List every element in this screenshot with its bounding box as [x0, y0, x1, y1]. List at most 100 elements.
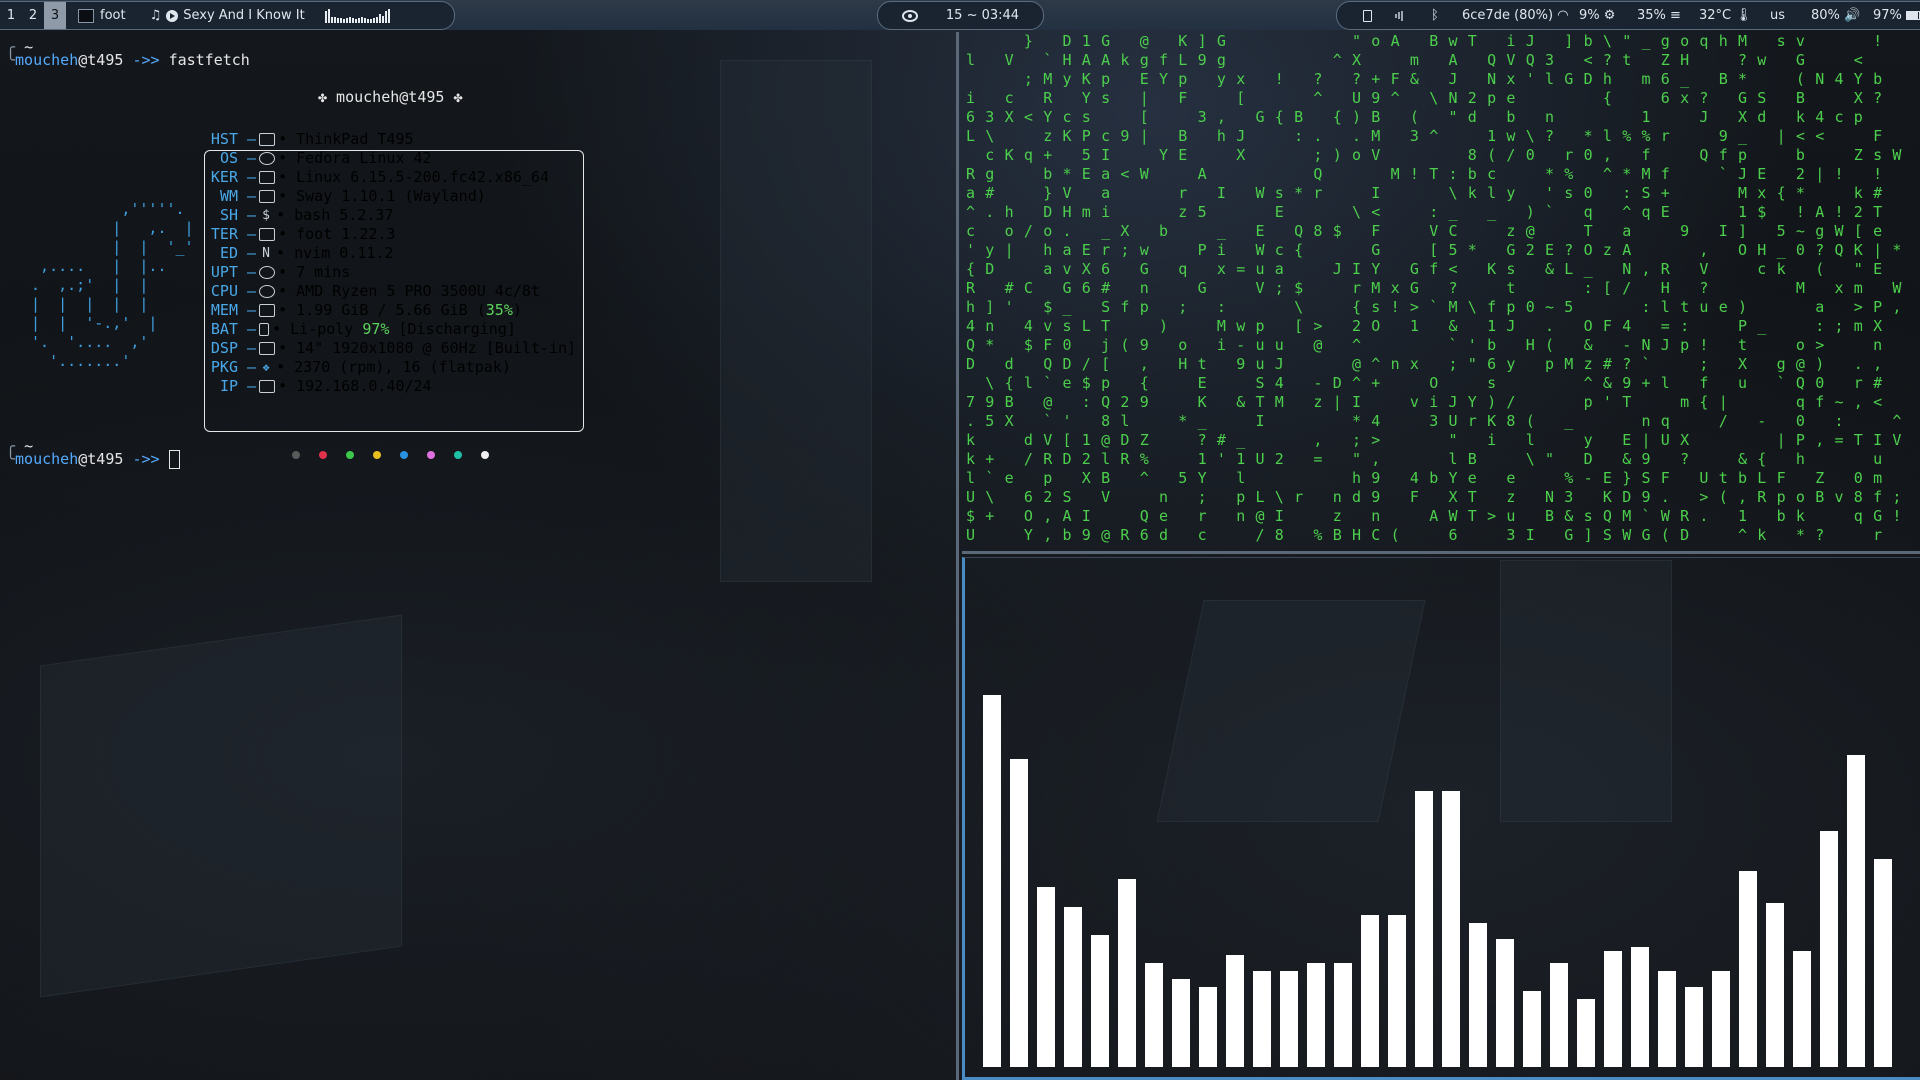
palette-dot: [373, 451, 381, 459]
tray-icon[interactable]: [1363, 8, 1372, 23]
prompt-user: moucheh: [15, 51, 79, 69]
window-title: foot: [100, 8, 126, 23]
matrix-column: J Q ' \ 0 ) @ 2 0 H ( l \ I: [1525, 32, 1535, 544]
visualizer-bar: [1793, 951, 1811, 1067]
network-icon: [259, 380, 276, 393]
mem-percent: 35%: [485, 301, 513, 319]
status-pill: ᛒ 6ce7de (80%) ◠ 9% ⚙ 35% ≡ 32°C 🌡 us 80…: [1336, 1, 1920, 30]
visualizer-bar: [1334, 963, 1352, 1067]
matrix-pane[interactable]: l i 6 L R a ^ c ' { R h 4 Q D 7 . k k l …: [962, 32, 1920, 554]
memory-status[interactable]: 35% ≡: [1637, 8, 1681, 23]
visualizer-bar: [1010, 759, 1028, 1067]
network-label: 6ce7de (80%): [1462, 8, 1554, 23]
command-line: ╰moucheh@t495 ->> fastfetch: [6, 51, 250, 70]
network-status[interactable]: 6ce7de (80%) ◠: [1462, 8, 1569, 23]
matrix-column: s | { 5 _ k g ` | F p b: [1776, 32, 1786, 525]
visualizer-bar: [1604, 951, 1622, 1067]
matrix-column: " t % * : ^ a A N / 4 - ? 9 T E & } D M …: [1622, 32, 1632, 544]
media-title[interactable]: Sexy And I Know It: [183, 8, 304, 23]
info-value: Li-poly: [290, 320, 363, 338]
play-icon[interactable]: [166, 9, 179, 22]
cpu-status[interactable]: 9% ⚙: [1579, 8, 1615, 23]
info-value: bash 5.2.37: [294, 206, 394, 224]
visualizer-bar: [1631, 947, 1649, 1067]
visualizer-bar: [1361, 915, 1379, 1067]
battery-icon: [259, 323, 270, 336]
wifi-icon: ◠: [1557, 8, 1569, 23]
workspace-3[interactable]: 3: [44, 2, 66, 29]
matrix-column: A F ^ M x ! n (: [1390, 32, 1400, 544]
terminal-pane[interactable]: ╭ ~ ╰moucheh@t495 ->> fastfetch ✤ mouche…: [0, 32, 959, 1080]
neovim-icon: N: [262, 246, 270, 261]
idle-inhibitor-icon[interactable]: [901, 9, 918, 22]
info-value: nvim 0.11.2: [294, 244, 394, 262]
matrix-column: " X ? U ) . o \ I r { 2 ^ @ ^ I * ; " h …: [1352, 32, 1362, 544]
battery-status[interactable]: 97%: [1873, 8, 1920, 23]
mini-visualizer: [324, 8, 390, 23]
matrix-column: V c X K h o | # ' d { B X e: [1004, 51, 1014, 487]
info-key: IP: [219, 377, 238, 395]
matrix-column: D H y c K * V H . a v G _ s 0 D e ' [ D …: [1062, 32, 1072, 544]
clock[interactable]: 15 ~ 03:44: [946, 8, 1019, 23]
memory-icon: [259, 304, 276, 317]
visualizer-bar: [1307, 963, 1325, 1067]
info-value: AMD Ryzen 5 PRO 3500U 4c/8t: [296, 282, 540, 300]
temperature-label: 32°C: [1699, 8, 1732, 23]
visualizer-pane[interactable]: [962, 557, 1920, 1080]
matrix-column: ! b ? F s ! # T e | E P X n , # < I u m …: [1873, 32, 1883, 544]
visualizer-bar: [1091, 935, 1109, 1067]
visualizer-bar: [1415, 791, 1433, 1067]
info-row-mem: MEM – • 1.99 GiB / 5.66 GiB (35%): [208, 301, 522, 320]
prompt-arrow: ->>: [132, 51, 160, 69]
info-value: 192.168.0.40/24: [296, 377, 432, 395]
matrix-column: x [ J X = w - 9 & _ 1 l p n: [1236, 70, 1246, 525]
keyboard-layout[interactable]: us: [1770, 8, 1785, 23]
matrix-column: v G ( B k < b 2 * ! ~ 0 M o @ Q q 0 P h …: [1795, 32, 1805, 544]
matrix-column: o + 9 B M V I < F G Y M s O ^ + 4 > , 9 …: [1371, 32, 1381, 544]
matrix-column: @ g E | [ | W w G n p 9 , { 9 Z % ^ Q 6: [1139, 32, 1149, 544]
clock-icon: [259, 266, 276, 279]
fedora-icon: [259, 152, 276, 165]
cpu-label: 9%: [1579, 8, 1600, 23]
matrix-column: b < D * 0 0 q T O _ : O & z ^ p y D - s …: [1583, 32, 1593, 544]
visualizer-bar: [1685, 987, 1703, 1067]
visualizer-bar: [1766, 903, 1784, 1067]
visualizer-bar: [1226, 955, 1244, 1067]
battery-label: 97%: [1873, 8, 1902, 23]
info-value: 1.99 GiB / 5.66 GiB (: [296, 301, 486, 319]
info-row-dsp: DSP – • 14" 1920x1080 @ 60Hz [Built-in]: [208, 339, 576, 358]
temperature-status[interactable]: 32°C 🌡: [1699, 8, 1752, 23]
matrix-column: m & ( 3 ! G G > 1 x v 4 F: [1409, 51, 1419, 506]
info-key: TER: [210, 225, 238, 243]
info-row-hst: HST – • ThinkPad T495: [208, 130, 414, 149]
info-row-upt: UPT – • 7 mins: [208, 263, 350, 282]
matrix-column: ! { s E c a ; u J 4 M 2 \ I 8: [1274, 70, 1284, 544]
matrix-column: G A p s c I a a i _ r 6 # S T j [ p Q 8 …: [1101, 32, 1111, 544]
info-value: ThinkPad T495: [296, 130, 414, 148]
visualizer-bar: [1523, 991, 1541, 1067]
palette-dot: [481, 451, 489, 459]
visualizer-bar: [1469, 923, 1487, 1067]
visualizer-bar: [1388, 915, 1406, 1067]
matrix-column: h B 9 f ` I e | / t (: [1718, 32, 1728, 506]
visualizer-bar: [1874, 859, 1892, 1067]
palette-dot: [292, 451, 300, 459]
palette-dot: [400, 451, 408, 459]
top-bar: 1 2 3 foot ♫ Sexy And I Know It 15 ~ 03:…: [0, 0, 1920, 30]
info-row-ter: TER – • foot 1.22.3: [208, 225, 396, 244]
info-row-ker: KER – • Linux 6.15.5-200.fc42.x86_64: [208, 168, 549, 187]
palette-dot: [427, 451, 435, 459]
info-row-cpu: CPU – • AMD Ryzen 5 PRO 3500U 4c/8t: [208, 282, 540, 301]
info-value: Sway 1.10.1 (Wayland): [296, 187, 486, 205]
visualizer-bar: [1847, 755, 1865, 1067]
volume-status[interactable]: 80% 🔊: [1811, 8, 1860, 23]
input-line[interactable]: ╰moucheh@t495 ->>: [6, 450, 180, 469]
workspace-1[interactable]: 1: [0, 2, 22, 29]
visualizer-bar: [1577, 999, 1595, 1067]
info-value: Fedora Linux 42: [296, 149, 432, 167]
info-key: ED: [219, 244, 238, 262]
volume-label: 80%: [1811, 8, 1840, 23]
workspace-2[interactable]: 2: [22, 2, 44, 29]
music-note-icon: ♫: [149, 8, 162, 23]
bluetooth-icon[interactable]: ᛒ: [1431, 8, 1439, 23]
